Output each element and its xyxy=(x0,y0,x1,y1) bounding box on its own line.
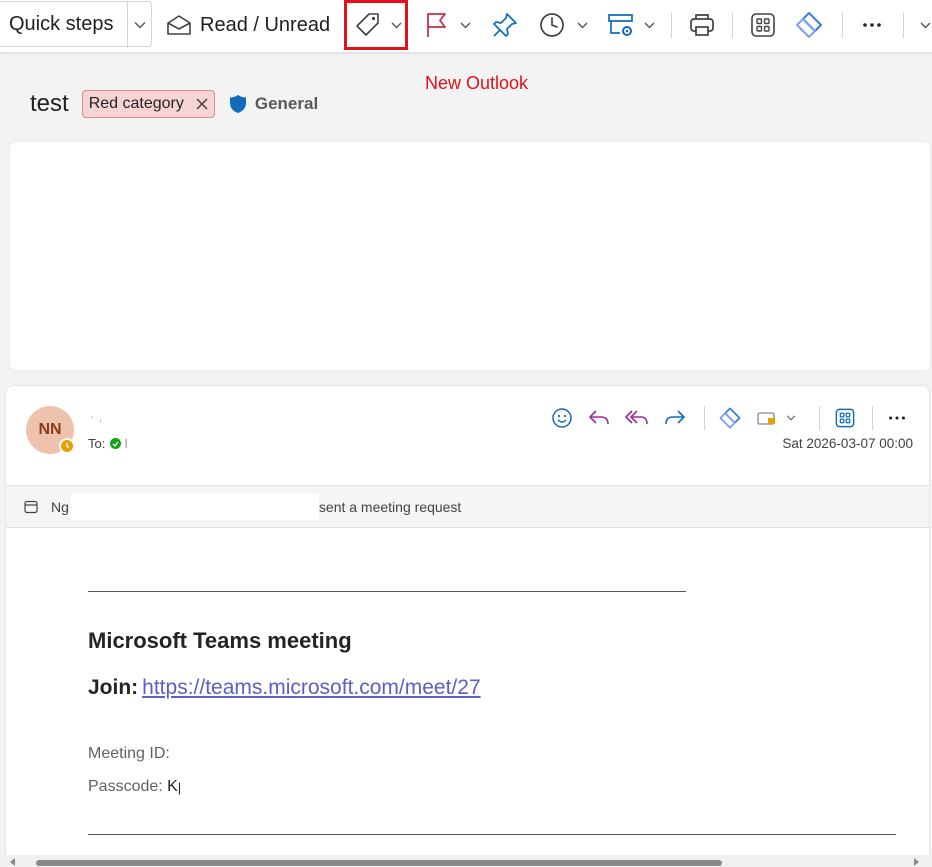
chevron-down-icon xyxy=(920,22,931,28)
join-link[interactable]: https://teams.microsoft.com/meet/27 xyxy=(142,676,480,699)
shield-icon xyxy=(229,95,246,113)
message-card: NN · , To: I Sat 2026-03-07 00:00 Ng sen… xyxy=(5,385,930,867)
read-unread-label: Read / Unread xyxy=(200,13,331,36)
clock-icon xyxy=(540,13,564,37)
passcode-line: Passcode: Kp xyxy=(88,778,180,796)
action-divider xyxy=(819,406,820,430)
join-line: Join: https://teams.microsoft.com/meet/27 xyxy=(88,676,531,700)
annotation-text: New Outlook xyxy=(425,73,529,93)
envelope-open-icon xyxy=(167,15,191,35)
presence-away-badge xyxy=(59,438,75,454)
category-label: Red category xyxy=(88,95,184,112)
forward-button[interactable] xyxy=(663,404,687,432)
pin-button[interactable] xyxy=(491,0,519,50)
toolbar-overflow-dropdown[interactable] xyxy=(920,0,931,50)
apps-button[interactable] xyxy=(749,0,777,50)
snooze-button[interactable] xyxy=(538,0,588,50)
redacted-block xyxy=(70,493,319,520)
horizontal-scrollbar[interactable] xyxy=(0,855,932,867)
quick-steps-label: Quick steps xyxy=(9,12,114,35)
command-toolbar: Quick steps Read / Unread xyxy=(0,0,932,53)
action-divider xyxy=(704,406,705,430)
apps-icon xyxy=(751,13,775,37)
forward-icon xyxy=(665,410,685,425)
calendar-icon xyxy=(24,500,38,514)
teams-share-button[interactable] xyxy=(756,404,796,432)
loop-button[interactable] xyxy=(794,0,824,50)
flag-icon xyxy=(427,13,446,37)
to-label: To: xyxy=(88,436,106,451)
join-label: Join: xyxy=(88,676,139,699)
flag-button[interactable] xyxy=(424,0,471,50)
quick-steps-dropdown[interactable] xyxy=(127,2,151,48)
reply-all-button[interactable] xyxy=(624,404,650,432)
sensitivity-label[interactable]: General xyxy=(229,94,318,114)
scrollbar-thumb[interactable] xyxy=(36,860,722,866)
separator-line xyxy=(88,834,896,835)
sensitivity-text: General xyxy=(254,94,319,113)
more-icon xyxy=(863,23,881,27)
chevron-down-icon[interactable] xyxy=(460,22,471,29)
pin-icon xyxy=(493,13,517,37)
meeting-request-text: sent a meeting request xyxy=(318,498,462,515)
action-divider xyxy=(872,406,873,430)
print-button[interactable] xyxy=(688,0,716,50)
passcode-value: Kp xyxy=(167,778,180,795)
react-button[interactable] xyxy=(551,404,573,432)
print-icon xyxy=(690,14,714,36)
read-unread-button[interactable]: Read / Unread xyxy=(166,0,330,50)
apps-button[interactable] xyxy=(834,404,856,432)
recipient-line: To: I xyxy=(88,436,128,451)
quick-steps-button[interactable]: Quick steps xyxy=(0,1,152,48)
message-date: Sat 2026-03-07 00:00 xyxy=(782,436,913,451)
meeting-id-label: Meeting ID: xyxy=(88,745,170,762)
teams-icon xyxy=(757,412,775,425)
toolbar-divider xyxy=(732,12,733,38)
chevron-down-icon[interactable] xyxy=(577,22,588,29)
loop-button[interactable] xyxy=(718,404,742,432)
message-subject: test xyxy=(30,90,69,117)
recipient-name[interactable]: I xyxy=(124,436,128,451)
rules-icon xyxy=(608,14,633,36)
sender-name[interactable]: · , xyxy=(90,408,102,424)
subject-row: test Red category General xyxy=(30,88,318,120)
loop-icon xyxy=(719,407,741,429)
chevron-down-icon[interactable] xyxy=(644,22,655,29)
loop-icon xyxy=(796,12,822,38)
scroll-left-icon[interactable] xyxy=(10,858,16,866)
chevron-down-icon xyxy=(134,22,145,29)
separator-line xyxy=(88,591,686,592)
toolbar-divider xyxy=(903,12,904,38)
teams-meeting-title: Microsoft Teams meeting xyxy=(88,628,352,653)
chevron-down-icon[interactable] xyxy=(786,415,796,421)
rules-button[interactable] xyxy=(606,0,655,50)
emoji-icon xyxy=(552,408,572,428)
close-icon xyxy=(196,98,208,110)
reply-all-icon xyxy=(625,410,648,425)
categorize-highlight-box xyxy=(344,0,408,50)
reply-button[interactable] xyxy=(587,404,611,432)
more-options-button[interactable] xyxy=(860,0,884,50)
blank-content-card xyxy=(10,142,930,370)
remove-category-button[interactable] xyxy=(196,98,208,110)
more-icon xyxy=(889,416,905,420)
scroll-right-icon[interactable] xyxy=(913,858,919,866)
clock-icon xyxy=(66,443,70,449)
reply-icon xyxy=(589,410,609,425)
toolbar-divider xyxy=(671,12,672,38)
toolbar-divider xyxy=(842,12,843,38)
meeting-organizer: Ng xyxy=(51,498,69,515)
category-chip[interactable]: Red category xyxy=(81,90,215,118)
passcode-label: Passcode: xyxy=(88,778,163,795)
apps-icon xyxy=(835,408,855,428)
message-more-button[interactable] xyxy=(886,404,908,432)
presence-available-icon xyxy=(110,438,122,449)
meeting-request-bar: Ng sent a meeting request xyxy=(6,485,929,528)
